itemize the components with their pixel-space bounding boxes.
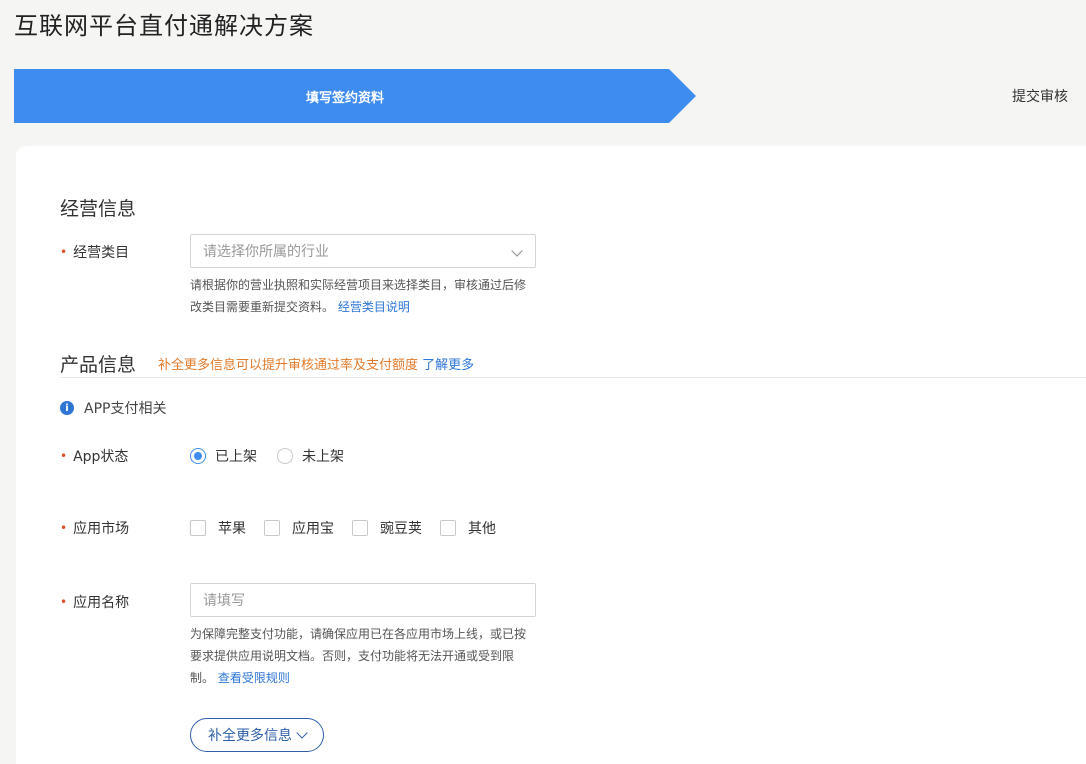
category-help-link[interactable]: 经营类目说明 xyxy=(338,300,410,314)
page-title: 互联网平台直付通解决方案 xyxy=(14,12,314,40)
chevron-down-icon xyxy=(296,727,308,739)
radio-unselected-icon[interactable] xyxy=(277,448,293,464)
market-option-other[interactable]: 其他 xyxy=(440,518,496,538)
checkbox-icon[interactable] xyxy=(352,520,368,536)
step-submit-review: 提交审核 xyxy=(1012,69,1068,123)
radio-label: 已上架 xyxy=(215,449,257,465)
app-status-label: • App状态 xyxy=(60,446,128,466)
learn-more-link[interactable]: 了解更多 xyxy=(422,358,474,373)
form-card: 经营信息 • 经营类目 请选择你所属的行业 请根据你的营业执照和实际经营项目来选… xyxy=(16,146,1086,764)
step-submit-review-label: 提交审核 xyxy=(1012,89,1068,105)
app-pay-info-text: APP支付相关 xyxy=(84,401,167,417)
show-more-info-button[interactable]: 补全更多信息 xyxy=(190,718,324,752)
radio-label: 未上架 xyxy=(302,449,344,465)
checkbox-label: 其他 xyxy=(468,521,496,537)
checkbox-icon[interactable] xyxy=(190,520,206,536)
app-status-radio-group: 已上架 未上架 xyxy=(190,446,364,466)
category-label: • 经营类目 xyxy=(60,242,129,262)
checkbox-label: 苹果 xyxy=(218,521,246,537)
step-fill-info: 填写签约资料 xyxy=(14,69,696,123)
market-option-apple[interactable]: 苹果 xyxy=(190,518,246,538)
app-name-placeholder: 请填写 xyxy=(203,593,245,609)
app-name-input[interactable]: 请填写 xyxy=(190,583,536,617)
checkbox-icon[interactable] xyxy=(440,520,456,536)
checkbox-label: 豌豆荚 xyxy=(380,521,422,537)
radio-selected-icon[interactable] xyxy=(190,448,206,464)
section-divider xyxy=(60,377,1086,378)
app-status-option-listed[interactable]: 已上架 xyxy=(190,446,257,466)
promo-text: 补全更多信息可以提升审核通过率及支付额度 xyxy=(158,358,419,373)
progress-steps: 填写签约资料 提交审核 xyxy=(14,69,1086,123)
app-name-label-text: 应用名称 xyxy=(73,595,130,611)
app-market-label: • 应用市场 xyxy=(60,518,129,538)
category-label-text: 经营类目 xyxy=(73,245,130,261)
app-status-label-text: App状态 xyxy=(73,449,129,465)
checkbox-icon[interactable] xyxy=(264,520,280,536)
checkbox-label: 应用宝 xyxy=(292,521,334,537)
required-mark: • xyxy=(60,521,68,535)
product-promo: 补全更多信息可以提升审核通过率及支付额度 了解更多 xyxy=(158,354,474,373)
required-mark: • xyxy=(60,595,68,609)
app-status-option-unlisted[interactable]: 未上架 xyxy=(277,446,344,466)
category-help: 请根据你的营业执照和实际经营项目来选择类目，审核通过后修改类目需要重新提交资料。… xyxy=(190,274,536,318)
required-mark: • xyxy=(60,449,68,463)
info-icon: i xyxy=(60,401,74,415)
app-market-checkbox-group: 苹果 应用宝 豌豆荚 其他 xyxy=(190,518,514,538)
market-option-yingyongbao[interactable]: 应用宝 xyxy=(264,518,334,538)
app-pay-info: i APP支付相关 xyxy=(60,398,166,418)
step-fill-info-label: 填写签约资料 xyxy=(305,90,384,106)
app-name-label: • 应用名称 xyxy=(60,592,129,612)
app-name-help: 为保障完整支付功能，请确保应用已在各应用市场上线，或已按要求提供应用说明文档。否… xyxy=(190,623,536,689)
app-market-label-text: 应用市场 xyxy=(73,521,130,537)
category-select[interactable]: 请选择你所属的行业 xyxy=(190,234,536,268)
market-option-wandoujia[interactable]: 豌豆荚 xyxy=(352,518,422,538)
product-section-title: 产品信息 xyxy=(60,354,137,376)
chevron-down-icon xyxy=(511,245,523,257)
restriction-rules-link[interactable]: 查看受限规则 xyxy=(218,671,290,685)
required-mark: • xyxy=(60,245,68,259)
show-more-info-label: 补全更多信息 xyxy=(208,728,292,744)
category-select-placeholder: 请选择你所属的行业 xyxy=(203,244,329,260)
business-section-title: 经营信息 xyxy=(60,198,137,220)
